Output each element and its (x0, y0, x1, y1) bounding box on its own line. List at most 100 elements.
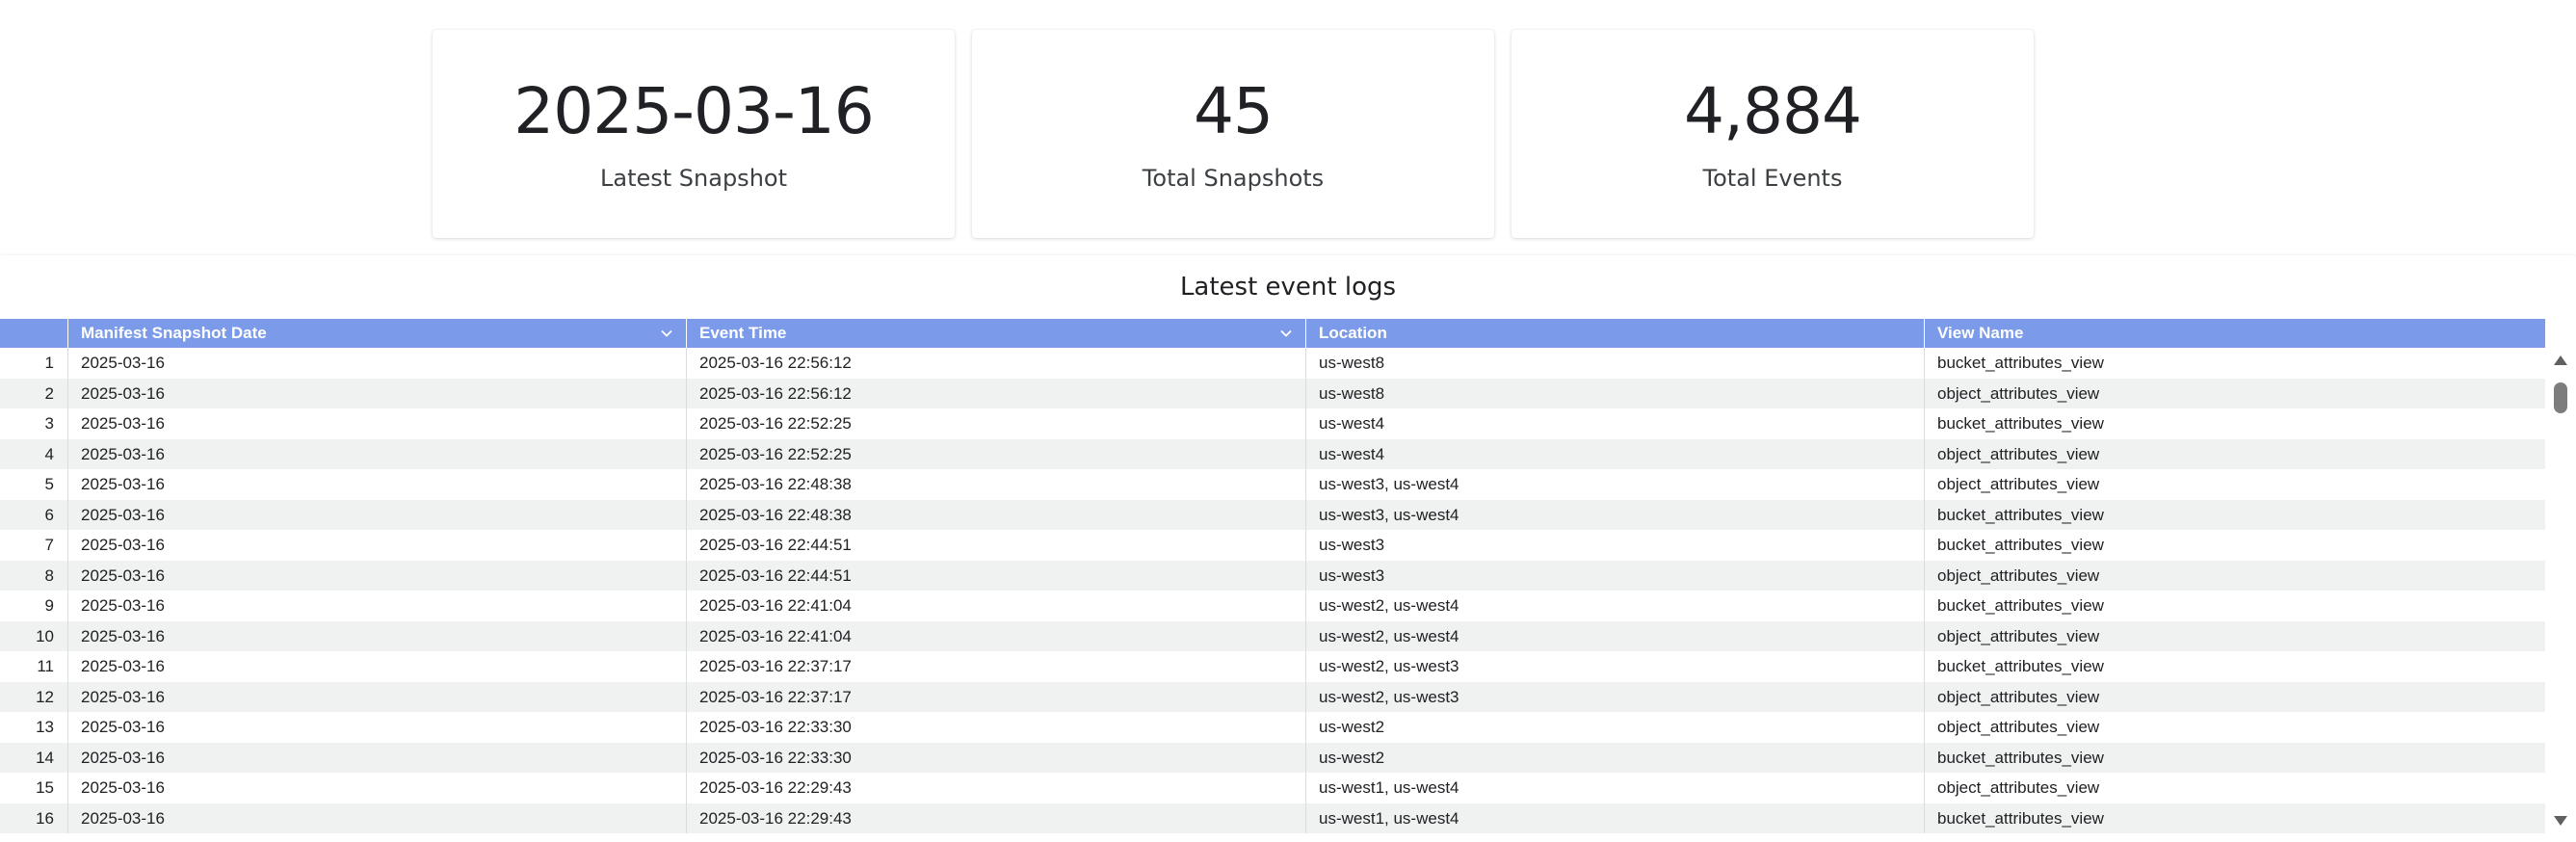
cell-manifest-snapshot-date: 2025-03-16 (68, 651, 687, 682)
cell-location: us-west2 (1306, 742, 1925, 773)
cell-event-time: 2025-03-16 22:52:25 (687, 408, 1306, 439)
cell-location: us-west1, us-west4 (1306, 803, 1925, 833)
kpi-label: Latest Snapshot (600, 165, 787, 192)
cell-manifest-snapshot-date: 2025-03-16 (68, 803, 687, 833)
table-body: 1 2025-03-16 2025-03-16 22:56:12 us-west8 bu… (0, 348, 2545, 833)
cell-event-time: 2025-03-16 22:41:04 (687, 591, 1306, 621)
row-index: 9 (0, 591, 68, 621)
table-row[interactable]: 10 2025-03-16 2025-03-16 22:41:04 us-west2,… (0, 620, 2545, 651)
row-index: 8 (0, 560, 68, 591)
dashboard-page: 2025-03-16 Latest Snapshot 45 Total Snap… (0, 0, 2576, 842)
scroll-up-arrow-icon[interactable] (2552, 354, 2569, 367)
cell-event-time: 2025-03-16 22:48:38 (687, 499, 1306, 530)
cell-manifest-snapshot-date: 2025-03-16 (68, 560, 687, 591)
table-row[interactable]: 9 2025-03-16 2025-03-16 22:41:04 us-west2, … (0, 591, 2545, 621)
cell-location: us-west2, us-west3 (1306, 651, 1925, 682)
cell-event-time: 2025-03-16 22:56:12 (687, 348, 1306, 379)
cell-view-name: object_attributes_view (1937, 687, 2100, 706)
cell-manifest-snapshot-date: 2025-03-16 (68, 591, 687, 621)
cell-view-name: object_attributes_view (1937, 475, 2100, 493)
cell-manifest-snapshot-date: 2025-03-16 (68, 530, 687, 561)
cell-event-time: 2025-03-16 22:44:51 (687, 560, 1306, 591)
table-row[interactable]: 3 2025-03-16 2025-03-16 22:52:25 us-west4 bu… (0, 408, 2545, 439)
table-row[interactable]: 4 2025-03-16 2025-03-16 22:52:25 us-west4 ob… (0, 438, 2545, 469)
header-event-time[interactable]: Event Time (687, 319, 1306, 348)
header-manifest-snapshot-date[interactable]: Manifest Snapshot Date (68, 319, 687, 348)
kpi-label: Total Snapshots (1142, 165, 1325, 192)
table-title: Latest event logs (1179, 273, 1397, 302)
table-row[interactable]: 14 2025-03-16 2025-03-16 22:33:30 us-west2 b… (0, 742, 2545, 773)
cell-manifest-snapshot-date: 2025-03-16 (68, 408, 687, 439)
chevron-down-icon[interactable] (659, 326, 674, 341)
cell-view-name: bucket_attributes_view (1937, 536, 2104, 554)
event-log-table-panel: Latest event logs Manifest Snapshot Date… (0, 255, 2576, 842)
cell-location: us-west3 (1306, 560, 1925, 591)
row-index: 13 (0, 712, 68, 743)
table-row[interactable]: 13 2025-03-16 2025-03-16 22:33:30 us-west2 o… (0, 712, 2545, 743)
vertical-scrollbar[interactable] (2545, 348, 2576, 833)
cell-location: us-west2, us-west4 (1306, 620, 1925, 651)
row-index: 4 (0, 438, 68, 469)
kpi-value: 4,884 (1684, 74, 1862, 148)
cell-view-name: object_attributes_view (1937, 383, 2100, 403)
cell-location: us-west2, us-west4 (1306, 591, 1925, 621)
table-row[interactable]: 1 2025-03-16 2025-03-16 22:56:12 us-west8 bu… (0, 348, 2545, 379)
cell-manifest-snapshot-date: 2025-03-16 (68, 681, 687, 712)
cell-manifest-snapshot-date: 2025-03-16 (68, 773, 687, 803)
cell-location: us-west4 (1306, 438, 1925, 469)
cell-manifest-snapshot-date: 2025-03-16 (68, 499, 687, 530)
cell-manifest-snapshot-date: 2025-03-16 (68, 438, 687, 469)
scrollbar-thumb[interactable] (2554, 382, 2567, 413)
cell-location: us-west3, us-west4 (1306, 469, 1925, 500)
cell-view-name: bucket_attributes_view (1937, 808, 2104, 828)
row-index: 3 (0, 408, 68, 439)
table-row[interactable]: 12 2025-03-16 2025-03-16 22:37:17 us-west2,… (0, 681, 2545, 712)
header-index (0, 319, 68, 348)
table-row[interactable]: 2 2025-03-16 2025-03-16 22:56:12 us-west8 ob… (0, 378, 2545, 408)
table-row[interactable]: 7 2025-03-16 2025-03-16 22:44:51 us-west3 bu… (0, 530, 2545, 561)
row-index: 6 (0, 499, 68, 530)
cell-event-time: 2025-03-16 22:29:43 (687, 773, 1306, 803)
cell-manifest-snapshot-date: 2025-03-16 (68, 378, 687, 408)
cell-event-time: 2025-03-16 22:33:30 (687, 712, 1306, 743)
scroll-down-arrow-icon[interactable] (2552, 814, 2569, 828)
table-row[interactable]: 5 2025-03-16 2025-03-16 22:48:38 us-west3, … (0, 469, 2545, 500)
header-label: Location (1319, 324, 1387, 342)
cell-view-name: bucket_attributes_view (1937, 748, 2104, 767)
table-row[interactable]: 6 2025-03-16 2025-03-16 22:48:38 us-west3, … (0, 499, 2545, 530)
header-location[interactable]: Location (1306, 319, 1925, 348)
cell-view-name: bucket_attributes_view (1937, 414, 2104, 433)
row-index: 12 (0, 681, 68, 712)
header-view-name[interactable]: View Name (1925, 319, 2545, 348)
cell-manifest-snapshot-date: 2025-03-16 (68, 742, 687, 773)
table-header: Manifest Snapshot Date Event Time Locati… (0, 319, 2545, 348)
chevron-down-icon[interactable] (1278, 326, 1294, 341)
row-index: 15 (0, 773, 68, 803)
row-index: 7 (0, 530, 68, 561)
cell-event-time: 2025-03-16 22:41:04 (687, 620, 1306, 651)
cell-view-name: bucket_attributes_view (1937, 596, 2104, 615)
kpi-card-total-events: 4,884 Total Events (1511, 30, 2034, 238)
cell-location: us-west2, us-west3 (1306, 681, 1925, 712)
table-row[interactable]: 11 2025-03-16 2025-03-16 22:37:17 us-west2,… (0, 651, 2545, 682)
row-index: 5 (0, 469, 68, 500)
cell-event-time: 2025-03-16 22:29:43 (687, 803, 1306, 833)
kpi-value: 2025-03-16 (513, 74, 875, 148)
cell-manifest-snapshot-date: 2025-03-16 (68, 620, 687, 651)
cell-location: us-west1, us-west4 (1306, 773, 1925, 803)
row-index: 14 (0, 742, 68, 773)
cell-view-name: bucket_attributes_view (1937, 505, 2104, 524)
cell-manifest-snapshot-date: 2025-03-16 (68, 469, 687, 500)
kpi-value: 45 (1194, 74, 1274, 148)
cell-location: us-west3, us-west4 (1306, 499, 1925, 530)
row-index: 1 (0, 348, 68, 379)
cell-manifest-snapshot-date: 2025-03-16 (68, 712, 687, 743)
cell-event-time: 2025-03-16 22:56:12 (687, 378, 1306, 408)
row-index: 16 (0, 803, 68, 833)
table-row[interactable]: 15 2025-03-16 2025-03-16 22:29:43 us-west1,… (0, 773, 2545, 803)
event-log-table: Manifest Snapshot Date Event Time Locati… (0, 319, 2545, 833)
table-row[interactable]: 16 2025-03-16 2025-03-16 22:29:43 us-west1,… (0, 803, 2545, 833)
cell-view-name: object_attributes_view (1937, 778, 2100, 797)
cell-view-name: object_attributes_view (1937, 718, 2100, 736)
table-row[interactable]: 8 2025-03-16 2025-03-16 22:44:51 us-west3 ob… (0, 560, 2545, 591)
